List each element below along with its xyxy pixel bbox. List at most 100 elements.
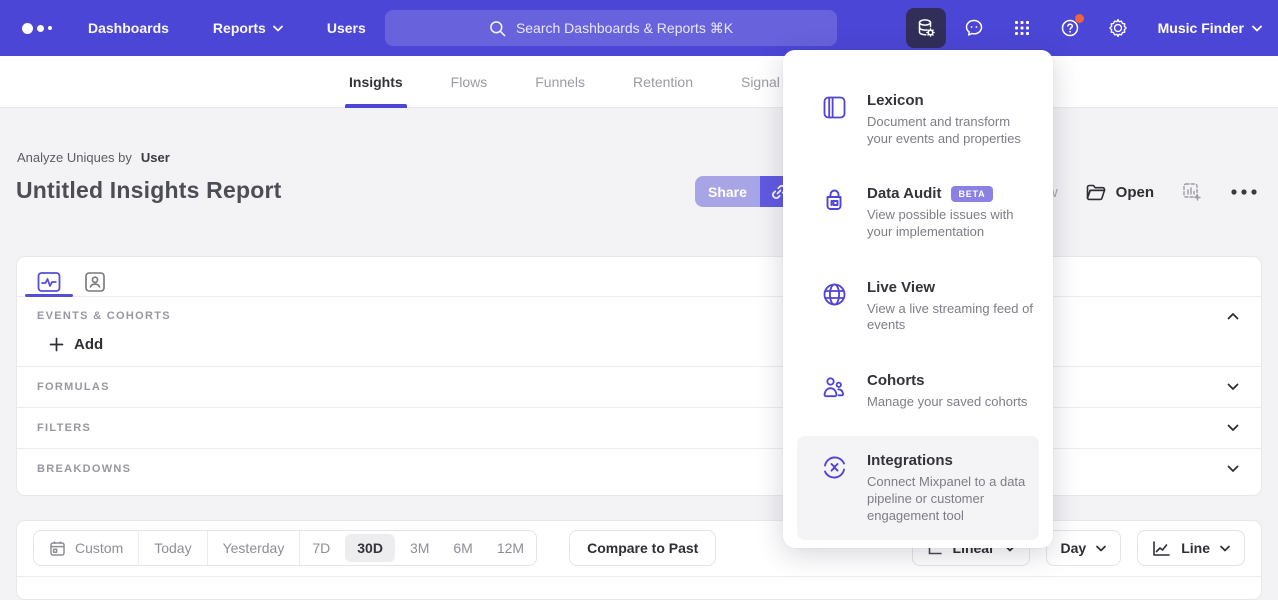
controls-divider: [17, 576, 1261, 577]
range-3m[interactable]: 3M: [398, 531, 441, 565]
metrics-view-tab[interactable]: [33, 268, 65, 296]
apps-grid-button[interactable]: [1002, 8, 1042, 48]
menu-item-data-audit[interactable]: Data Audit BETA View possible issues wit…: [783, 173, 1053, 252]
range-custom[interactable]: Custom: [34, 531, 139, 565]
tab-insights[interactable]: Insights: [325, 56, 427, 108]
chevron-down-icon: [1227, 383, 1239, 391]
nav-users-label: Users: [327, 20, 366, 36]
notification-dot: [1075, 14, 1084, 23]
open-label: Open: [1116, 184, 1154, 201]
formulas-section-row[interactable]: FORMULAS: [17, 366, 1261, 407]
range-12m[interactable]: 12M: [485, 531, 536, 565]
feedback-button[interactable]: [954, 8, 994, 48]
chevron-down-icon: [1252, 25, 1262, 32]
active-tab-underline: [25, 294, 73, 297]
breakdowns-section-row[interactable]: BREAKDOWNS: [17, 448, 1261, 489]
filters-section-label: FILTERS: [37, 422, 91, 434]
range-6m[interactable]: 6M: [441, 531, 484, 565]
menu-item-title: Integrations: [867, 452, 953, 469]
beta-badge: BETA: [951, 186, 992, 202]
menu-item-body: Live View View a live streaming feed of …: [867, 279, 1033, 334]
menu-item-lexicon[interactable]: Lexicon Document and transform your even…: [783, 80, 1053, 159]
lexicon-book-icon: [821, 92, 849, 147]
events-add-row: Add: [17, 322, 1261, 366]
add-to-dashboard-icon[interactable]: [1182, 182, 1202, 202]
nav-dashboards[interactable]: Dashboards: [88, 20, 169, 36]
chevron-down-icon: [1220, 545, 1230, 552]
search-input[interactable]: Search Dashboards & Reports ⌘K: [385, 10, 837, 46]
range-yesterday[interactable]: Yesterday: [208, 531, 301, 565]
menu-item-description: Document and transform your events and p…: [867, 114, 1033, 147]
menu-item-title: Cohorts: [867, 372, 925, 389]
range-7d[interactable]: 7D: [300, 531, 342, 565]
events-section-label: EVENTS & COHORTS: [37, 310, 171, 322]
events-section-header[interactable]: EVENTS & COHORTS: [17, 297, 1261, 322]
granularity-select[interactable]: Day: [1046, 530, 1122, 566]
chart-type-select[interactable]: Line: [1137, 530, 1245, 566]
date-controls-row: Custom Today Yesterday 7D 30D 3M 6M 12M …: [17, 521, 1261, 566]
menu-item-cohorts[interactable]: Cohorts Manage your saved cohorts: [783, 360, 1053, 423]
breadcrumb-value[interactable]: User: [141, 150, 170, 165]
calendar-icon: [49, 540, 66, 557]
query-builder-card: EVENTS & COHORTS Add FORMULAS FILTERS BR…: [16, 256, 1262, 496]
project-name: Music Finder: [1158, 20, 1244, 36]
pulse-chart-icon: [37, 271, 61, 293]
settings-button[interactable]: [1098, 8, 1138, 48]
menu-item-description: View possible issues with your implement…: [867, 207, 1033, 240]
menu-item-title: Lexicon: [867, 92, 924, 109]
chevron-down-icon: [273, 25, 283, 32]
nav-reports[interactable]: Reports: [213, 20, 283, 36]
menu-item-description: Manage your saved cohorts: [867, 394, 1027, 411]
tab-funnels[interactable]: Funnels: [511, 56, 609, 108]
help-button[interactable]: [1050, 8, 1090, 48]
menu-item-body: Lexicon Document and transform your even…: [867, 92, 1033, 147]
profiles-view-tab[interactable]: [79, 268, 111, 296]
nav-reports-label: Reports: [213, 20, 266, 36]
filters-section-row[interactable]: FILTERS: [17, 407, 1261, 448]
integrations-sync-icon: [821, 452, 849, 524]
mixpanel-logo[interactable]: [22, 23, 68, 34]
gear-icon: [1107, 17, 1129, 39]
more-menu-button[interactable]: [1230, 188, 1258, 196]
menu-item-title: Live View: [867, 279, 935, 296]
nav-dashboards-label: Dashboards: [88, 20, 169, 36]
menu-item-integrations[interactable]: Integrations Connect Mixpanel to a data …: [797, 436, 1039, 540]
range-30d-selected[interactable]: 30D: [345, 534, 395, 562]
folder-icon: [1086, 184, 1106, 201]
chevron-down-icon: [1227, 424, 1239, 432]
primary-nav: Dashboards Reports Users: [88, 20, 366, 36]
range-custom-label: Custom: [75, 540, 123, 556]
tab-flows[interactable]: Flows: [427, 56, 512, 108]
menu-item-description: Connect Mixpanel to a data pipeline or c…: [867, 474, 1029, 524]
topbar-actions: Music Finder: [906, 0, 1262, 56]
project-selector[interactable]: Music Finder: [1158, 20, 1262, 36]
chevron-down-icon: [1227, 465, 1239, 473]
chevron-up-icon[interactable]: [1227, 312, 1239, 320]
menu-item-body: Integrations Connect Mixpanel to a data …: [867, 452, 1029, 524]
tab-retention[interactable]: Retention: [609, 56, 717, 108]
menu-item-live-view[interactable]: Live View View a live streaming feed of …: [783, 267, 1053, 346]
database-gear-icon: [915, 17, 937, 39]
search-icon: [489, 20, 506, 37]
menu-item-body: Data Audit BETA View possible issues wit…: [867, 185, 1033, 240]
breakdowns-section-label: BREAKDOWNS: [37, 463, 131, 475]
audit-lock-icon: [821, 185, 849, 240]
menu-item-description: View a live streaming feed of events: [867, 301, 1033, 334]
builder-view-tabs: [17, 257, 1261, 297]
menu-item-title: Data Audit: [867, 185, 941, 202]
date-range-group: Custom Today Yesterday 7D 30D 3M 6M 12M: [33, 530, 537, 566]
mixpanel-insights-page: { "topbar": { "nav": [ { "label": "Dashb…: [0, 0, 1278, 581]
nav-users[interactable]: Users: [327, 20, 366, 36]
open-report-button[interactable]: Open: [1086, 184, 1154, 201]
search-placeholder: Search Dashboards & Reports ⌘K: [516, 20, 733, 37]
add-event-button[interactable]: Add: [49, 336, 103, 353]
compare-to-past-button[interactable]: Compare to Past: [569, 530, 716, 566]
person-card-icon: [84, 271, 106, 293]
range-today[interactable]: Today: [139, 531, 207, 565]
grid-dots-icon: [1012, 18, 1032, 38]
data-management-button[interactable]: [906, 8, 946, 48]
globe-icon: [821, 279, 849, 334]
header-actions: New Open: [1028, 176, 1258, 208]
add-label: Add: [74, 336, 103, 353]
share-button[interactable]: Share: [695, 176, 760, 207]
